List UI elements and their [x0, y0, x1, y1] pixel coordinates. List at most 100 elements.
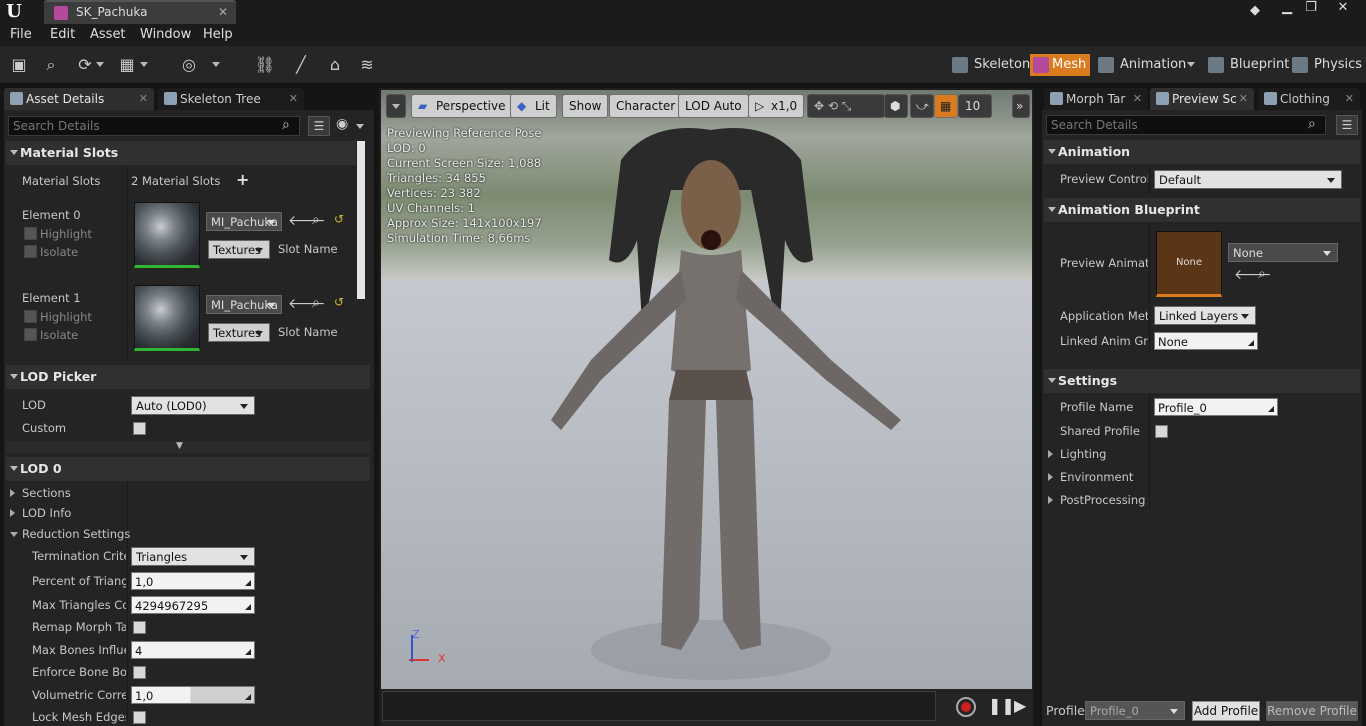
close-tab-icon[interactable]: ✕: [1239, 88, 1248, 110]
enforce-bone-boundaries-checkbox[interactable]: [133, 666, 146, 679]
reset-icon[interactable]: ↺: [334, 295, 344, 309]
animation-dropdown-icon[interactable]: [1187, 62, 1195, 67]
anim-blueprint-thumbnail[interactable]: None: [1156, 231, 1222, 297]
minimize-button[interactable]: ▁: [1276, 0, 1298, 18]
expand-arrow-icon[interactable]: ▼: [176, 441, 183, 451]
layers-icon[interactable]: ≋: [356, 54, 378, 76]
animation-blueprint-header[interactable]: Animation Blueprint: [1044, 198, 1360, 222]
make-static-mesh-dropdown-icon[interactable]: [140, 62, 148, 67]
max-triangles-input[interactable]: 4294967295: [131, 596, 255, 614]
menu-edit[interactable]: Edit: [50, 27, 75, 42]
isolate-checkbox[interactable]: [24, 328, 37, 341]
browse-icon[interactable]: ⌕: [312, 295, 320, 311]
view-options-icon[interactable]: ☰: [308, 116, 330, 136]
right-search-input[interactable]: Search Details: [1046, 115, 1326, 135]
percent-triangles-input[interactable]: 1,0: [131, 572, 255, 590]
transform-tools[interactable]: ✥ ⟲ ⤡: [807, 94, 885, 118]
mesh-pose-icon[interactable]: ⛓: [254, 54, 276, 76]
menu-window[interactable]: Window: [140, 27, 191, 42]
postprocessing-item[interactable]: PostProcessing: [1048, 493, 1145, 507]
rotate-icon[interactable]: ⟲: [828, 99, 838, 113]
menu-help[interactable]: Help: [203, 27, 233, 42]
mode-physics[interactable]: Physics: [1292, 54, 1362, 76]
eye-icon[interactable]: ◉: [336, 116, 348, 132]
perspective-button[interactable]: ▰ Perspective: [411, 94, 513, 118]
isolate-checkbox[interactable]: [24, 245, 37, 258]
lock-mesh-edges-checkbox[interactable]: [133, 711, 146, 724]
find-in-browser-icon[interactable]: ⌕: [40, 54, 62, 76]
lod-picker-header[interactable]: LOD Picker: [6, 365, 370, 389]
browse-icon[interactable]: ⌕: [312, 212, 320, 228]
use-selected-arrow-icon[interactable]: 🡐: [1234, 266, 1272, 283]
tab-preview-scene[interactable]: Preview Sc ✕: [1150, 88, 1254, 110]
close-tab-icon[interactable]: ✕: [1133, 88, 1142, 110]
move-icon[interactable]: ✥: [814, 99, 824, 113]
add-material-slot-icon[interactable]: +: [236, 170, 249, 189]
termination-criterion-select[interactable]: Triangles: [131, 547, 255, 566]
scrollbar-thumb[interactable]: [357, 141, 365, 299]
lit-button[interactable]: ◆ Lit: [510, 94, 557, 118]
lod0-header[interactable]: LOD 0: [6, 457, 370, 481]
mode-blueprint[interactable]: Blueprint: [1208, 54, 1289, 76]
physics-asset-icon[interactable]: ◎: [178, 54, 200, 76]
playback-speed-button[interactable]: ▷ x1,0: [748, 94, 805, 118]
material-select[interactable]: MI_Pachuka: [206, 295, 282, 314]
lighting-item[interactable]: Lighting: [1048, 447, 1106, 461]
menu-asset[interactable]: Asset: [90, 27, 126, 42]
browse-icon[interactable]: ⌕: [1258, 266, 1266, 282]
expand-bar[interactable]: [6, 441, 370, 453]
lod-info-item[interactable]: LOD Info: [10, 506, 71, 520]
make-static-mesh-icon[interactable]: ▦: [116, 54, 138, 76]
scale-icon[interactable]: ⤡: [842, 99, 852, 113]
mode-skeleton[interactable]: Skeleton: [952, 54, 1030, 76]
pause-icon[interactable]: ❚❚: [988, 696, 1015, 715]
material-thumbnail[interactable]: [134, 202, 200, 268]
reimport-dropdown-icon[interactable]: [96, 62, 104, 67]
step-forward-icon[interactable]: ▶: [1014, 696, 1026, 715]
sockets-icon[interactable]: ⌂: [324, 54, 346, 76]
physics-dropdown-icon[interactable]: [212, 62, 220, 67]
profile-select[interactable]: Profile_0: [1085, 701, 1185, 720]
tab-skeleton-tree[interactable]: Skeleton Tree ✕: [158, 88, 304, 110]
left-search-input[interactable]: Search Details: [8, 116, 300, 136]
custom-checkbox[interactable]: [133, 422, 146, 435]
animation-header[interactable]: Animation: [1044, 140, 1360, 164]
max-bones-input[interactable]: 4: [131, 641, 255, 659]
tab-morph-target[interactable]: Morph Tar ✕: [1044, 88, 1148, 110]
reduction-settings-item[interactable]: Reduction Settings: [10, 527, 130, 541]
eye-dropdown-icon[interactable]: [356, 124, 364, 129]
textures-dropdown[interactable]: Textures: [208, 323, 270, 342]
reset-icon[interactable]: ↺: [334, 212, 344, 226]
material-thumbnail[interactable]: [134, 285, 200, 351]
menu-file[interactable]: File: [10, 27, 32, 42]
highlight-checkbox[interactable]: [24, 310, 37, 323]
view-options-icon[interactable]: ☰: [1336, 115, 1358, 135]
mode-animation[interactable]: Animation: [1098, 54, 1186, 76]
textures-dropdown[interactable]: Textures: [208, 240, 270, 259]
close-tab-icon[interactable]: ✕: [218, 5, 228, 19]
grid-snap-icon[interactable]: ▦: [934, 94, 958, 118]
timeline-track[interactable]: [382, 691, 936, 721]
grid-size-button[interactable]: 10: [958, 94, 992, 118]
close-tab-icon[interactable]: ✕: [1345, 88, 1354, 110]
sections-item[interactable]: Sections: [10, 486, 71, 500]
use-selected-arrow-icon[interactable]: 🡐: [288, 212, 326, 229]
preview-controller-select[interactable]: Default: [1154, 170, 1342, 189]
notification-icon[interactable]: ◆: [1244, 3, 1266, 21]
world-local-icon[interactable]: ⬢: [884, 94, 908, 118]
linked-anim-graph-input[interactable]: None: [1154, 332, 1258, 350]
highlight-checkbox[interactable]: [24, 227, 37, 240]
close-window-button[interactable]: ✕: [1332, 0, 1354, 18]
document-tab[interactable]: SK_Pachuka ✕: [44, 0, 236, 24]
tab-clothing[interactable]: Clothing ✕: [1258, 88, 1360, 110]
material-slots-header[interactable]: Material Slots: [6, 141, 356, 165]
mode-mesh[interactable]: Mesh: [1030, 54, 1090, 76]
bake-icon[interactable]: ╱: [290, 54, 312, 76]
restore-button[interactable]: ❐: [1300, 0, 1322, 18]
reimport-icon[interactable]: ⟳: [74, 54, 96, 76]
shared-profile-checkbox[interactable]: [1155, 425, 1168, 438]
tab-asset-details[interactable]: Asset Details ✕: [4, 88, 154, 110]
save-icon[interactable]: ▣: [8, 54, 30, 76]
application-method-select[interactable]: Linked Layers: [1154, 306, 1256, 325]
environment-item[interactable]: Environment: [1048, 470, 1133, 484]
